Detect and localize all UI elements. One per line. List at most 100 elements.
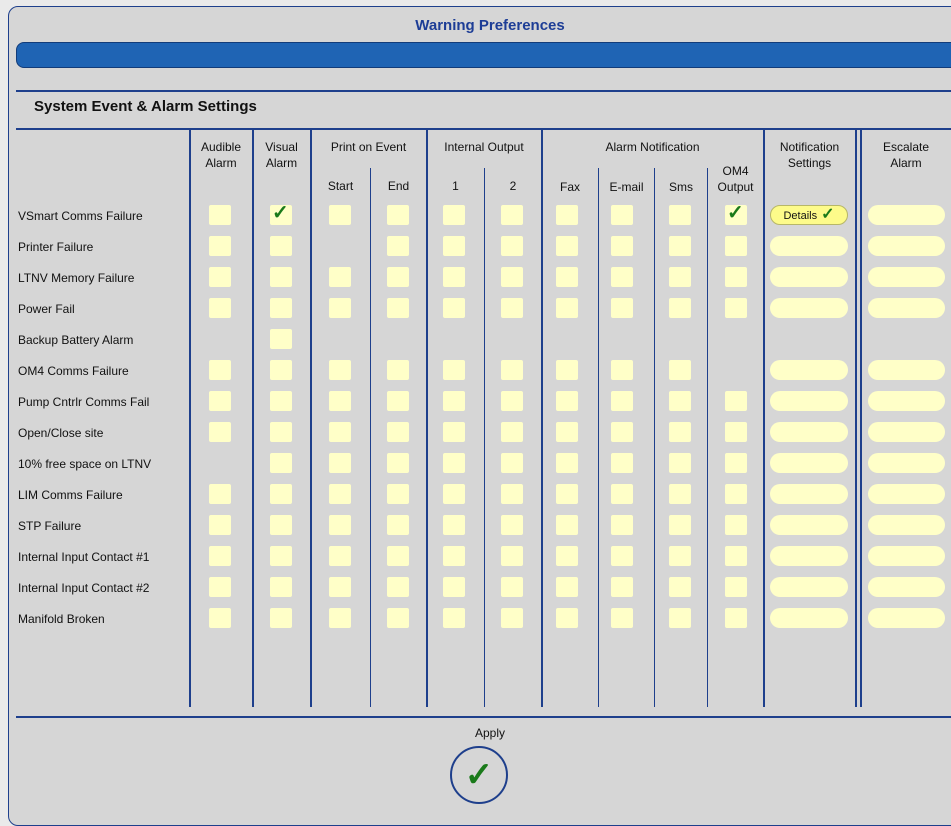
audible-checkbox[interactable]	[209, 205, 231, 225]
fax-checkbox[interactable]	[556, 298, 578, 318]
om4-checkbox[interactable]	[725, 236, 747, 256]
email-checkbox[interactable]	[611, 205, 633, 225]
escalate-alarm-field[interactable]	[868, 577, 945, 597]
visual-checkbox[interactable]	[270, 360, 292, 380]
out2-checkbox[interactable]	[501, 453, 523, 473]
start-checkbox[interactable]	[329, 453, 351, 473]
fax-checkbox[interactable]	[556, 608, 578, 628]
fax-checkbox[interactable]	[556, 236, 578, 256]
fax-checkbox[interactable]	[556, 205, 578, 225]
om4-checkbox[interactable]	[725, 515, 747, 535]
start-checkbox[interactable]	[329, 205, 351, 225]
om4-checkbox[interactable]: ✓	[725, 202, 747, 225]
out2-checkbox[interactable]	[501, 360, 523, 380]
out1-checkbox[interactable]	[443, 422, 465, 442]
notification-settings-field[interactable]	[770, 298, 848, 318]
visual-checkbox[interactable]	[270, 577, 292, 597]
out1-checkbox[interactable]	[443, 546, 465, 566]
end-checkbox[interactable]	[387, 298, 409, 318]
visual-checkbox[interactable]	[270, 484, 292, 504]
sms-checkbox[interactable]	[669, 484, 691, 504]
start-checkbox[interactable]	[329, 360, 351, 380]
sms-checkbox[interactable]	[669, 236, 691, 256]
escalate-alarm-field[interactable]	[868, 236, 945, 256]
end-checkbox[interactable]	[387, 422, 409, 442]
escalate-alarm-field[interactable]	[868, 546, 945, 566]
out2-checkbox[interactable]	[501, 267, 523, 287]
email-checkbox[interactable]	[611, 267, 633, 287]
notification-settings-field[interactable]	[770, 391, 848, 411]
sms-checkbox[interactable]	[669, 298, 691, 318]
om4-checkbox[interactable]	[725, 422, 747, 442]
sms-checkbox[interactable]	[669, 577, 691, 597]
start-checkbox[interactable]	[329, 267, 351, 287]
out1-checkbox[interactable]	[443, 236, 465, 256]
out1-checkbox[interactable]	[443, 515, 465, 535]
audible-checkbox[interactable]	[209, 546, 231, 566]
om4-checkbox[interactable]	[725, 546, 747, 566]
notification-settings-field[interactable]	[770, 577, 848, 597]
out1-checkbox[interactable]	[443, 577, 465, 597]
fax-checkbox[interactable]	[556, 484, 578, 504]
notification-settings-field[interactable]	[770, 608, 848, 628]
om4-checkbox[interactable]	[725, 298, 747, 318]
visual-checkbox[interactable]	[270, 422, 292, 442]
visual-checkbox[interactable]	[270, 546, 292, 566]
notification-settings-field[interactable]	[770, 422, 848, 442]
sms-checkbox[interactable]	[669, 608, 691, 628]
notification-settings-field[interactable]	[770, 546, 848, 566]
visual-checkbox[interactable]	[270, 453, 292, 473]
notification-settings-field[interactable]	[770, 484, 848, 504]
fax-checkbox[interactable]	[556, 546, 578, 566]
out2-checkbox[interactable]	[501, 422, 523, 442]
fax-checkbox[interactable]	[556, 577, 578, 597]
out2-checkbox[interactable]	[501, 298, 523, 318]
fax-checkbox[interactable]	[556, 360, 578, 380]
escalate-alarm-field[interactable]	[868, 391, 945, 411]
escalate-alarm-field[interactable]	[868, 422, 945, 442]
sms-checkbox[interactable]	[669, 205, 691, 225]
audible-checkbox[interactable]	[209, 267, 231, 287]
email-checkbox[interactable]	[611, 298, 633, 318]
out2-checkbox[interactable]	[501, 391, 523, 411]
end-checkbox[interactable]	[387, 236, 409, 256]
email-checkbox[interactable]	[611, 391, 633, 411]
details-button[interactable]: Details ✓	[770, 205, 848, 225]
fax-checkbox[interactable]	[556, 267, 578, 287]
out2-checkbox[interactable]	[501, 205, 523, 225]
sms-checkbox[interactable]	[669, 267, 691, 287]
om4-checkbox[interactable]	[725, 391, 747, 411]
visual-checkbox[interactable]	[270, 391, 292, 411]
visual-checkbox[interactable]	[270, 236, 292, 256]
start-checkbox[interactable]	[329, 546, 351, 566]
sms-checkbox[interactable]	[669, 391, 691, 411]
om4-checkbox[interactable]	[725, 453, 747, 473]
audible-checkbox[interactable]	[209, 515, 231, 535]
end-checkbox[interactable]	[387, 546, 409, 566]
email-checkbox[interactable]	[611, 515, 633, 535]
out1-checkbox[interactable]	[443, 391, 465, 411]
end-checkbox[interactable]	[387, 391, 409, 411]
end-checkbox[interactable]	[387, 608, 409, 628]
end-checkbox[interactable]	[387, 360, 409, 380]
start-checkbox[interactable]	[329, 608, 351, 628]
sms-checkbox[interactable]	[669, 453, 691, 473]
sms-checkbox[interactable]	[669, 422, 691, 442]
end-checkbox[interactable]	[387, 267, 409, 287]
out1-checkbox[interactable]	[443, 267, 465, 287]
om4-checkbox[interactable]	[725, 267, 747, 287]
end-checkbox[interactable]	[387, 484, 409, 504]
notification-settings-field[interactable]	[770, 236, 848, 256]
audible-checkbox[interactable]	[209, 608, 231, 628]
out2-checkbox[interactable]	[501, 515, 523, 535]
notification-settings-field[interactable]	[770, 453, 848, 473]
email-checkbox[interactable]	[611, 546, 633, 566]
audible-checkbox[interactable]	[209, 577, 231, 597]
notification-settings-field[interactable]	[770, 515, 848, 535]
out1-checkbox[interactable]	[443, 608, 465, 628]
out1-checkbox[interactable]	[443, 205, 465, 225]
escalate-alarm-field[interactable]	[868, 484, 945, 504]
audible-checkbox[interactable]	[209, 484, 231, 504]
escalate-alarm-field[interactable]	[868, 515, 945, 535]
end-checkbox[interactable]	[387, 515, 409, 535]
